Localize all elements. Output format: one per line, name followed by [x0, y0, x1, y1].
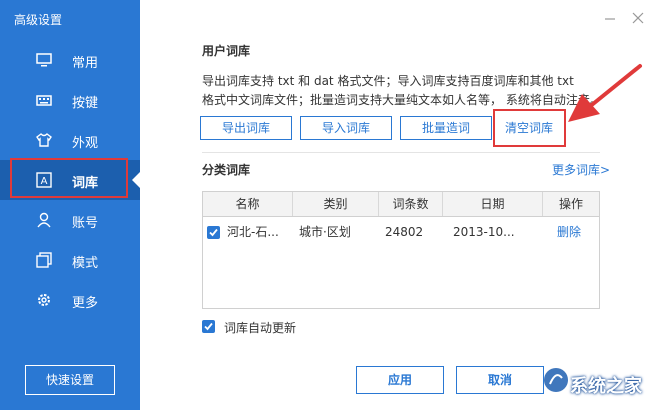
watermark-text: 系统之家	[570, 376, 642, 397]
sidebar-item-label: 按键	[72, 96, 99, 111]
user-lexicon-desc-line1: 导出词库支持 txt 和 dat 格式文件；导入词库支持百度词库和其他 txt	[202, 74, 574, 88]
more-lexicon-link[interactable]: 更多词库>	[552, 161, 610, 178]
minimize-icon[interactable]	[602, 10, 618, 26]
auto-update-checkbox[interactable]	[202, 320, 215, 333]
keyboard-icon	[36, 92, 52, 108]
category-lexicon-table: 名称 类别 词条数 日期 操作 河北-石... 城市·区划 24802 2013…	[202, 191, 600, 309]
close-icon[interactable]	[630, 10, 646, 26]
mode-icon	[36, 252, 52, 268]
window-title: 高级设置	[14, 13, 63, 27]
monitor-icon	[36, 52, 52, 68]
row-checkbox[interactable]	[207, 226, 220, 239]
sidebar-item-label: 词库	[72, 176, 99, 191]
column-header-action: 操作	[558, 197, 583, 211]
row-name: 河北-石...	[227, 225, 279, 239]
dictionary-icon: A	[36, 172, 52, 188]
column-header-date: 日期	[443, 192, 543, 216]
table-header: 名称 类别 词条数 日期 操作	[203, 192, 599, 217]
sidebar-item-label: 外观	[72, 136, 99, 151]
watermark: 系统之家	[512, 360, 660, 410]
column-header-category: 类别	[293, 192, 379, 216]
sidebar-item-label: 账号	[72, 216, 99, 231]
row-date: 2013-10...	[453, 225, 515, 239]
row-category: 城市·区划	[299, 225, 351, 239]
tshirt-icon	[36, 132, 52, 148]
sidebar-item-common[interactable]: 常用	[0, 40, 140, 80]
gear-icon	[36, 292, 52, 308]
svg-text:A: A	[41, 176, 48, 187]
user-lexicon-title: 用户词库	[202, 44, 251, 58]
sidebar-item-mode[interactable]: 模式	[0, 240, 140, 280]
export-lexicon-button[interactable]: 导出词库	[200, 116, 292, 140]
sidebar-item-label: 模式	[72, 256, 99, 271]
sidebar-item-lexicon[interactable]: A 词库	[0, 160, 140, 200]
user-icon	[36, 212, 52, 228]
sidebar-item-label: 常用	[72, 56, 99, 71]
annotation-arrow-icon	[568, 64, 642, 122]
apply-button[interactable]: 应用	[356, 366, 444, 394]
batch-create-button[interactable]: 批量造词	[400, 116, 492, 140]
sidebar-item-more[interactable]: 更多	[0, 280, 140, 320]
column-header-name: 名称	[203, 192, 293, 216]
clear-lexicon-button[interactable]: 清空词库	[496, 116, 562, 140]
column-header-count: 词条数	[379, 192, 443, 216]
row-delete-link[interactable]: 删除	[557, 222, 597, 242]
auto-update-label: 词库自动更新	[224, 321, 297, 335]
watermark-logo-icon	[544, 368, 568, 392]
active-pointer	[132, 172, 140, 188]
sidebar-item-keys[interactable]: 按键	[0, 80, 140, 120]
sidebar-item-account[interactable]: 账号	[0, 200, 140, 240]
quick-settings-button[interactable]: 快速设置	[25, 365, 115, 395]
user-lexicon-desc-line2: 格式中文词库文件；批量造词支持大量纯文本如人名等， 系统将自动注音。	[202, 93, 602, 107]
section-divider	[202, 152, 600, 153]
row-count: 24802	[385, 225, 424, 239]
sidebar-item-label: 更多	[72, 296, 99, 311]
sidebar: 高级设置 常用 按键 外观 A 词库 账号 模式 更多 快速设置	[0, 0, 140, 410]
import-lexicon-button[interactable]: 导入词库	[300, 116, 392, 140]
category-lexicon-title: 分类词库	[202, 163, 251, 177]
sidebar-item-appearance[interactable]: 外观	[0, 120, 140, 160]
